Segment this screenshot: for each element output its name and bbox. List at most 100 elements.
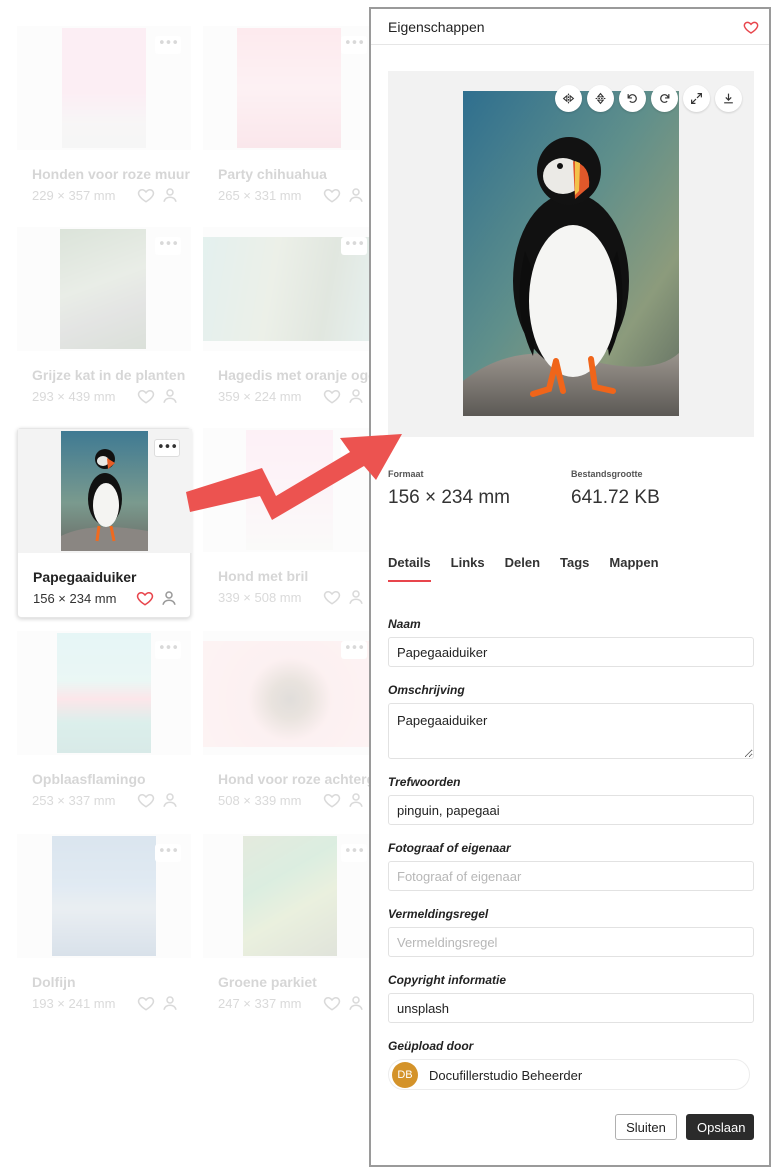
copyright-label: Copyright informatie: [388, 973, 507, 987]
credit-line-input[interactable]: [388, 927, 754, 957]
image-card[interactable]: ••• Honden voor roze muur 229 × 357 mm: [17, 26, 191, 216]
photographer-input[interactable]: [388, 861, 754, 891]
image-card[interactable]: ••• Hond voor roze achtergrond 508 × 339…: [203, 631, 377, 821]
flip-vertical-button[interactable]: [587, 85, 614, 112]
image-title: Party chihuahua: [218, 166, 327, 182]
more-options-button[interactable]: •••: [341, 844, 367, 862]
heart-icon[interactable]: [323, 588, 341, 606]
flip-vertical-icon: [595, 92, 606, 105]
more-options-button[interactable]: •••: [341, 641, 367, 659]
description-label: Omschrijving: [388, 683, 465, 697]
puffin-thumbnail: [61, 431, 148, 551]
panel-title: Eigenschappen: [388, 19, 485, 35]
image-gallery: ••• Honden voor roze muur 229 × 357 mm •…: [0, 0, 377, 1175]
heart-icon[interactable]: [137, 186, 155, 204]
more-options-button[interactable]: •••: [154, 439, 180, 457]
heart-icon[interactable]: [323, 186, 341, 204]
heart-icon[interactable]: [323, 791, 341, 809]
fullscreen-button[interactable]: [683, 85, 710, 112]
image-card[interactable]: ••• Opblaasflamingo 253 × 337 mm: [17, 631, 191, 821]
keywords-input[interactable]: [388, 795, 754, 825]
person-icon[interactable]: [161, 387, 179, 405]
tab-tags[interactable]: Tags: [560, 555, 589, 582]
heart-icon-active[interactable]: [136, 589, 154, 607]
image-dimensions: 265 × 331 mm: [218, 188, 302, 203]
properties-panel: Eigenschappen Formaat 156 × 234 mm Besta…: [369, 7, 771, 1167]
filesize-label: Bestandsgrootte: [571, 469, 643, 479]
person-icon[interactable]: [347, 994, 365, 1012]
rotate-right-icon: [660, 94, 670, 103]
image-title: Papegaaiduiker: [33, 569, 137, 585]
image-dimensions: 253 × 337 mm: [32, 793, 116, 808]
image-dimensions: 193 × 241 mm: [32, 996, 116, 1011]
image-title: Grijze kat in de planten: [32, 367, 186, 383]
more-options-button[interactable]: •••: [155, 844, 181, 862]
expand-icon: [691, 93, 702, 104]
person-icon[interactable]: [347, 588, 365, 606]
image-toolbar: [555, 85, 742, 112]
image-title: Hond voor roze achtergrond: [218, 771, 376, 787]
uploader-name: Docufillerstudio Beheerder: [429, 1068, 583, 1083]
uploader-chip: DB Docufillerstudio Beheerder: [388, 1059, 750, 1090]
photographer-label: Fotograaf of eigenaar: [388, 841, 511, 855]
person-icon[interactable]: [161, 791, 179, 809]
person-icon[interactable]: [161, 994, 179, 1012]
arrow-annotation: [186, 434, 402, 520]
description-textarea[interactable]: Papegaaiduiker: [388, 703, 754, 759]
download-icon: [724, 93, 733, 104]
image-title: Honden voor roze muur: [32, 166, 190, 182]
person-icon[interactable]: [161, 186, 179, 204]
credit-line-label: Vermeldingsregel: [388, 907, 489, 921]
uploaded-by-label: Geüpload door: [388, 1039, 474, 1053]
heart-icon[interactable]: [323, 994, 341, 1012]
image-card[interactable]: ••• Groene parkiet 247 × 337 mm: [203, 834, 377, 1024]
heart-icon[interactable]: [323, 387, 341, 405]
name-input[interactable]: [388, 637, 754, 667]
person-icon[interactable]: [347, 791, 365, 809]
image-title: Dolfijn: [32, 974, 76, 990]
tab-folders[interactable]: Mappen: [609, 555, 658, 582]
close-button[interactable]: Sluiten: [615, 1114, 677, 1140]
image-dimensions: 247 × 337 mm: [218, 996, 302, 1011]
tab-links[interactable]: Links: [451, 555, 485, 582]
heart-icon[interactable]: [137, 387, 155, 405]
image-dimensions: 293 × 439 mm: [32, 389, 116, 404]
flip-horizontal-button[interactable]: [555, 85, 582, 112]
image-card[interactable]: ••• Dolfijn 193 × 241 mm: [17, 834, 191, 1024]
heart-icon[interactable]: [743, 19, 759, 35]
filesize-value: 641.72 KB: [571, 487, 660, 508]
image-dimensions: 229 × 357 mm: [32, 188, 116, 203]
image-card-selected[interactable]: ••• Papegaaiduiker 156 × 234 mm: [17, 428, 192, 618]
person-icon[interactable]: [160, 589, 178, 607]
more-options-button[interactable]: •••: [155, 641, 181, 659]
image-preview: [388, 71, 754, 437]
image-card[interactable]: ••• Hagedis met oranje ogen 359 × 224 mm: [203, 227, 377, 417]
flip-horizontal-icon: [562, 93, 575, 104]
save-button[interactable]: Opslaan: [686, 1114, 754, 1140]
tab-details[interactable]: Details: [388, 555, 431, 582]
image-dimensions: 156 × 234 mm: [33, 591, 117, 606]
avatar: DB: [392, 1062, 418, 1088]
download-button[interactable]: [715, 85, 742, 112]
tab-share[interactable]: Delen: [505, 555, 540, 582]
image-card[interactable]: ••• Grijze kat in de planten 293 × 439 m…: [17, 227, 191, 417]
heart-icon[interactable]: [137, 791, 155, 809]
person-icon[interactable]: [347, 186, 365, 204]
image-title: Opblaasflamingo: [32, 771, 146, 787]
keywords-label: Trefwoorden: [388, 775, 461, 789]
person-icon[interactable]: [347, 387, 365, 405]
image-title: Hond met bril: [218, 568, 309, 584]
more-options-button[interactable]: •••: [155, 36, 181, 54]
panel-header: Eigenschappen: [371, 9, 769, 45]
more-options-button[interactable]: •••: [341, 36, 367, 54]
puffin-photo: [463, 91, 679, 416]
image-card[interactable]: ••• Party chihuahua 265 × 331 mm: [203, 26, 377, 216]
rotate-left-button[interactable]: [619, 85, 646, 112]
properties-tabs: Details Links Delen Tags Mappen: [388, 555, 659, 582]
more-options-button[interactable]: •••: [341, 237, 367, 255]
rotate-right-button[interactable]: [651, 85, 678, 112]
heart-icon[interactable]: [137, 994, 155, 1012]
more-options-button[interactable]: •••: [155, 237, 181, 255]
name-label: Naam: [388, 617, 421, 631]
copyright-input[interactable]: [388, 993, 754, 1023]
